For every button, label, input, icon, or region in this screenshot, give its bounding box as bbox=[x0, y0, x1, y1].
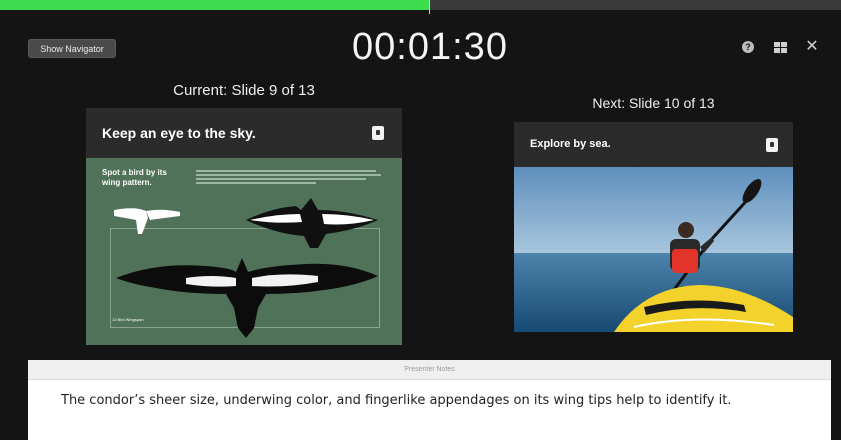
kayak-photo bbox=[514, 167, 793, 332]
layout-icon[interactable] bbox=[773, 40, 787, 54]
current-slide-title: Keep an eye to the sky. bbox=[102, 125, 256, 141]
bookmark-icon bbox=[372, 126, 384, 140]
presenter-notes-panel: Presenter Notes The condor’s sheer size,… bbox=[28, 360, 831, 440]
close-icon[interactable]: ✕ bbox=[805, 39, 819, 55]
next-slide-label: Next: Slide 10 of 13 bbox=[592, 95, 715, 111]
next-slide-title: Explore by sea. bbox=[530, 138, 611, 150]
show-navigator-button[interactable]: Show Navigator bbox=[28, 39, 116, 58]
medium-bird bbox=[246, 198, 378, 248]
progress-marker bbox=[429, 0, 430, 14]
progress-fill bbox=[0, 0, 429, 10]
condor bbox=[116, 258, 378, 338]
next-slide-header: Explore by sea. bbox=[514, 122, 793, 167]
toolbar-icons: ? ✕ bbox=[741, 39, 819, 55]
presenter-notes-header: Presenter Notes bbox=[28, 360, 831, 380]
elapsed-timer: 00:01:30 bbox=[352, 26, 508, 68]
slide-header: Keep an eye to the sky. bbox=[86, 108, 402, 158]
presentation-progress-bar bbox=[0, 0, 841, 10]
current-slide-preview[interactable]: Keep an eye to the sky. Spot a bird by i… bbox=[86, 108, 402, 345]
help-icon[interactable]: ? bbox=[741, 40, 755, 54]
small-bird bbox=[114, 208, 180, 234]
bookmark-icon bbox=[766, 138, 778, 152]
current-slide-label: Current: Slide 9 of 13 bbox=[173, 82, 315, 99]
next-slide-preview[interactable]: Explore by sea. bbox=[514, 122, 793, 332]
bird-silhouettes bbox=[114, 198, 378, 338]
presenter-notes-text[interactable]: The condor’s sheer size, underwing color… bbox=[61, 393, 821, 408]
